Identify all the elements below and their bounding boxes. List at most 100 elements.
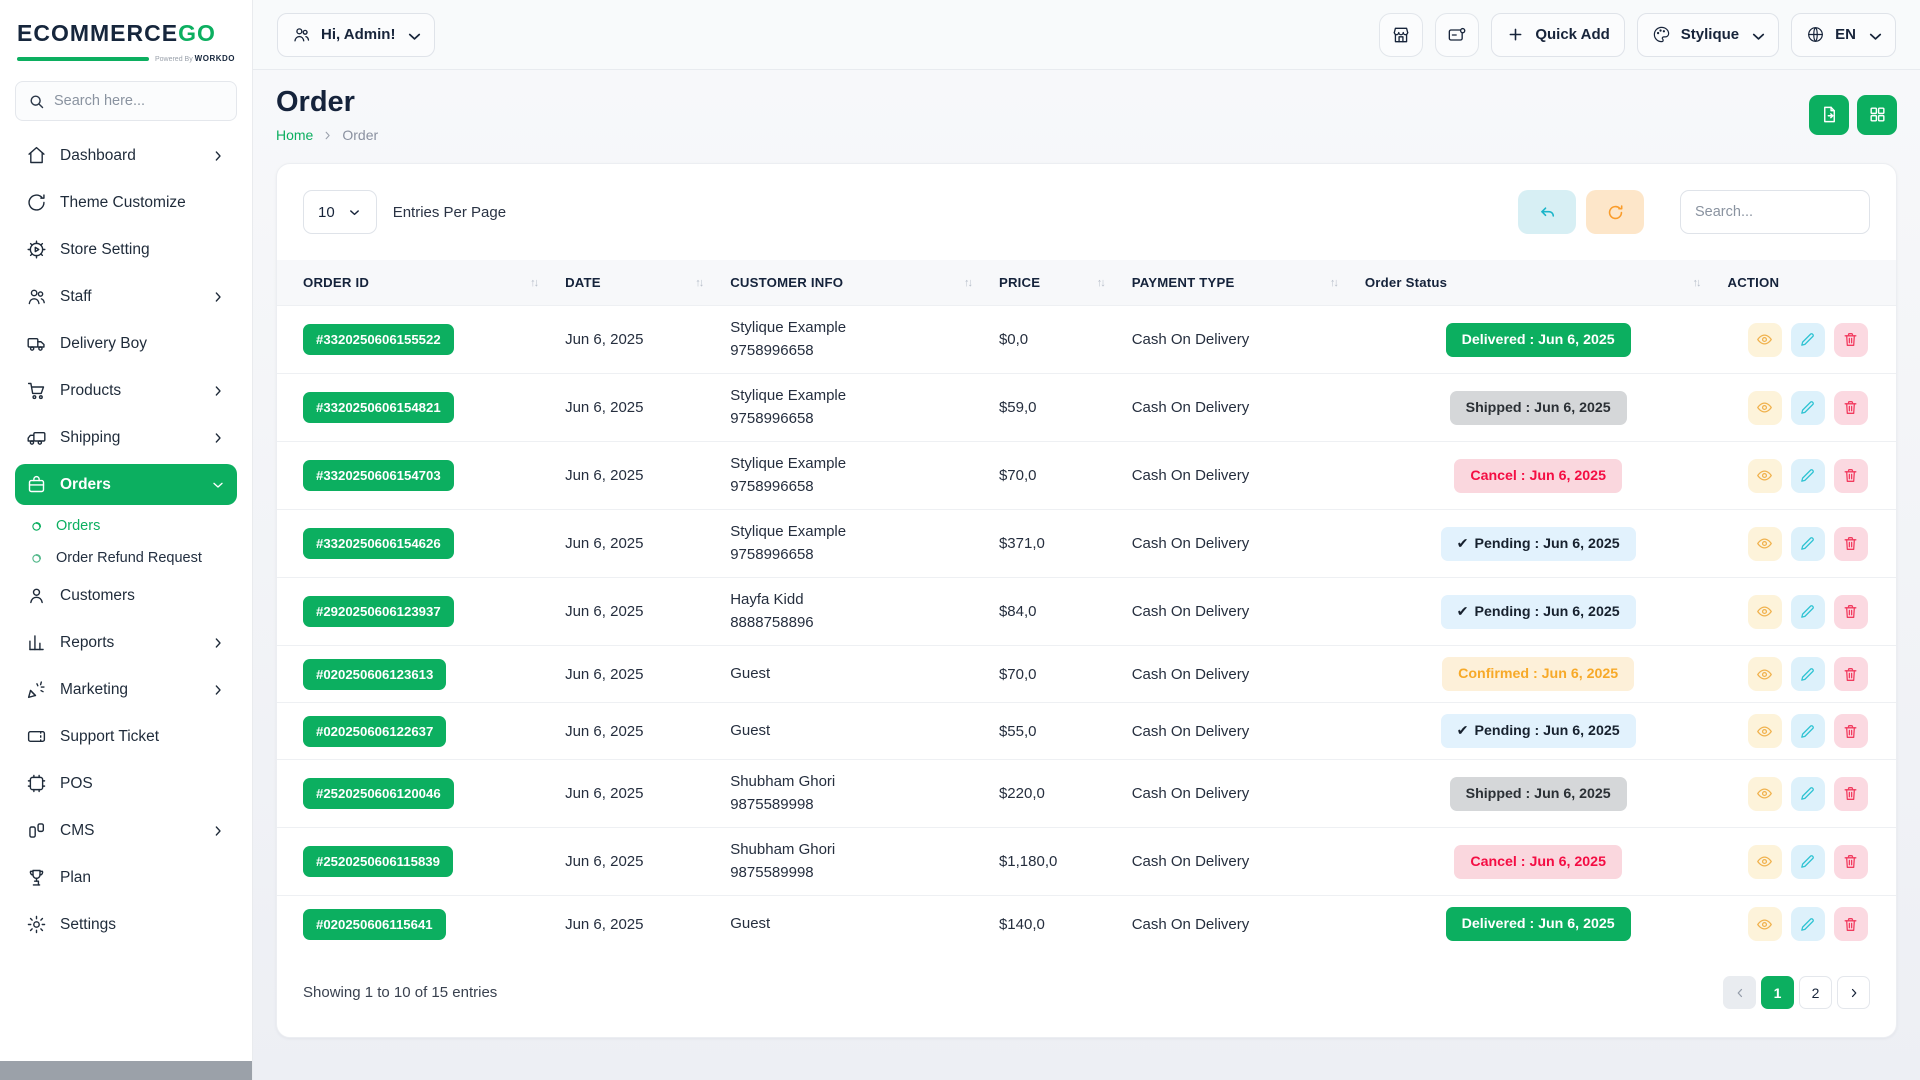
pagination-next-button[interactable]	[1837, 976, 1870, 1009]
sidebar-item-plan[interactable]: Plan	[15, 857, 237, 898]
view-button[interactable]	[1748, 595, 1782, 629]
sidebar-subitem-orders[interactable]: Orders	[15, 511, 237, 541]
sidebar-item-shipping[interactable]: Shipping	[15, 417, 237, 458]
sort-icon[interactable]: ↑↓	[1330, 277, 1337, 289]
undo-button[interactable]	[1518, 190, 1576, 234]
status-badge[interactable]: Delivered : Jun 6, 2025	[1446, 323, 1631, 357]
sort-icon[interactable]: ↑↓	[1097, 277, 1104, 289]
sidebar-item-marketing[interactable]: Marketing	[15, 669, 237, 710]
column-header-order-id[interactable]: ORDER ID↑↓	[277, 260, 557, 306]
view-button[interactable]	[1748, 527, 1782, 561]
sort-icon[interactable]: ↑↓	[695, 277, 702, 289]
sidebar-horizontal-scrollbar[interactable]	[0, 1061, 252, 1080]
sidebar-item-settings[interactable]: Settings	[15, 904, 237, 945]
order-id-badge[interactable]: #020250606123613	[303, 659, 446, 690]
status-badge[interactable]: Confirmed : Jun 6, 2025	[1442, 657, 1634, 691]
edit-button[interactable]	[1791, 595, 1825, 629]
sidebar-item-delivery-boy[interactable]: Delivery Boy	[15, 323, 237, 364]
edit-button[interactable]	[1791, 527, 1825, 561]
view-button[interactable]	[1748, 459, 1782, 493]
order-id-badge[interactable]: #2520250606115839	[303, 846, 453, 877]
brand-logo[interactable]: ECOMMERCEGO Powered By WORKDO	[15, 14, 237, 63]
order-id-badge[interactable]: #2520250606120046	[303, 778, 454, 809]
entries-per-page-select[interactable]: 10	[303, 190, 377, 234]
order-id-badge[interactable]: #020250606115641	[303, 909, 446, 940]
sidebar-subitem-order-refund-request[interactable]: Order Refund Request	[15, 543, 237, 573]
view-button[interactable]	[1748, 657, 1782, 691]
refresh-button[interactable]	[1586, 190, 1644, 234]
mail-button[interactable]	[1435, 13, 1479, 57]
view-button[interactable]	[1748, 714, 1782, 748]
delete-button[interactable]	[1834, 845, 1868, 879]
delete-button[interactable]	[1834, 527, 1868, 561]
breadcrumb-home-link[interactable]: Home	[276, 127, 313, 143]
user-menu-button[interactable]: Hi, Admin!	[277, 13, 435, 57]
delete-button[interactable]	[1834, 907, 1868, 941]
delete-button[interactable]	[1834, 657, 1868, 691]
delete-button[interactable]	[1834, 323, 1868, 357]
status-badge[interactable]: Cancel : Jun 6, 2025	[1454, 845, 1622, 879]
delete-button[interactable]	[1834, 714, 1868, 748]
theme-selector-button[interactable]: Stylique	[1637, 13, 1779, 57]
sidebar-item-pos[interactable]: POS	[15, 763, 237, 804]
sidebar-item-dashboard[interactable]: Dashboard	[15, 135, 237, 176]
status-badge[interactable]: Shipped : Jun 6, 2025	[1450, 391, 1627, 425]
sidebar-item-staff[interactable]: Staff	[15, 276, 237, 317]
edit-button[interactable]	[1791, 323, 1825, 357]
order-id-badge[interactable]: #3320250606155522	[303, 324, 454, 355]
edit-button[interactable]	[1791, 391, 1825, 425]
delete-button[interactable]	[1834, 391, 1868, 425]
order-id-badge[interactable]: #3320250606154821	[303, 392, 454, 423]
order-id-badge[interactable]: #3320250606154703	[303, 460, 454, 491]
pagination-page-2[interactable]: 2	[1799, 976, 1832, 1009]
delete-button[interactable]	[1834, 459, 1868, 493]
column-header-order-status[interactable]: Order Status↑↓	[1357, 260, 1720, 306]
sidebar-item-support-ticket[interactable]: Support Ticket	[15, 716, 237, 757]
view-button[interactable]	[1748, 391, 1782, 425]
sidebar-item-orders[interactable]: Orders	[15, 464, 237, 505]
grid-button[interactable]	[1857, 95, 1897, 135]
sidebar-item-customers[interactable]: Customers	[15, 575, 237, 616]
order-id-badge[interactable]: #020250606122637	[303, 716, 446, 747]
order-id-badge[interactable]: #3320250606154626	[303, 528, 454, 559]
sort-icon[interactable]: ↑↓	[1692, 277, 1699, 289]
edit-button[interactable]	[1791, 845, 1825, 879]
sort-icon[interactable]: ↑↓	[964, 277, 971, 289]
sidebar-item-theme-customize[interactable]: Theme Customize	[15, 182, 237, 223]
storefront-button[interactable]	[1379, 13, 1423, 57]
sort-icon[interactable]: ↑↓	[530, 277, 537, 289]
status-badge[interactable]: Shipped : Jun 6, 2025	[1450, 777, 1627, 811]
pagination-page-1[interactable]: 1	[1761, 976, 1794, 1009]
edit-button[interactable]	[1791, 907, 1825, 941]
view-button[interactable]	[1748, 777, 1782, 811]
sidebar-item-cms[interactable]: CMS	[15, 810, 237, 851]
quick-add-button[interactable]: Quick Add	[1491, 13, 1624, 57]
status-badge[interactable]: Cancel : Jun 6, 2025	[1454, 459, 1622, 493]
edit-button[interactable]	[1791, 777, 1825, 811]
file-export-button[interactable]	[1809, 95, 1849, 135]
column-header-payment-type[interactable]: PAYMENT TYPE↑↓	[1124, 260, 1357, 306]
view-button[interactable]	[1748, 907, 1782, 941]
sidebar-item-products[interactable]: Products	[15, 370, 237, 411]
status-badge[interactable]: ✔Pending : Jun 6, 2025	[1441, 714, 1636, 748]
column-header-customer-info[interactable]: CUSTOMER INFO↑↓	[722, 260, 991, 306]
delete-button[interactable]	[1834, 777, 1868, 811]
status-badge[interactable]: Delivered : Jun 6, 2025	[1446, 907, 1631, 941]
delete-button[interactable]	[1834, 595, 1868, 629]
view-button[interactable]	[1748, 845, 1782, 879]
edit-button[interactable]	[1791, 657, 1825, 691]
language-selector-button[interactable]: EN	[1791, 13, 1896, 57]
column-header-price[interactable]: PRICE↑↓	[991, 260, 1124, 306]
pagination-prev-button[interactable]	[1723, 976, 1756, 1009]
edit-button[interactable]	[1791, 714, 1825, 748]
edit-button[interactable]	[1791, 459, 1825, 493]
sidebar-item-store-setting[interactable]: Store Setting	[15, 229, 237, 270]
order-id-badge[interactable]: #2920250606123937	[303, 596, 454, 627]
sidebar-item-reports[interactable]: Reports	[15, 622, 237, 663]
table-search-input[interactable]	[1680, 190, 1870, 234]
view-button[interactable]	[1748, 323, 1782, 357]
status-badge[interactable]: ✔Pending : Jun 6, 2025	[1441, 595, 1636, 629]
status-badge[interactable]: ✔Pending : Jun 6, 2025	[1441, 527, 1636, 561]
sidebar-search-input[interactable]	[54, 93, 224, 109]
column-header-date[interactable]: DATE↑↓	[557, 260, 722, 306]
